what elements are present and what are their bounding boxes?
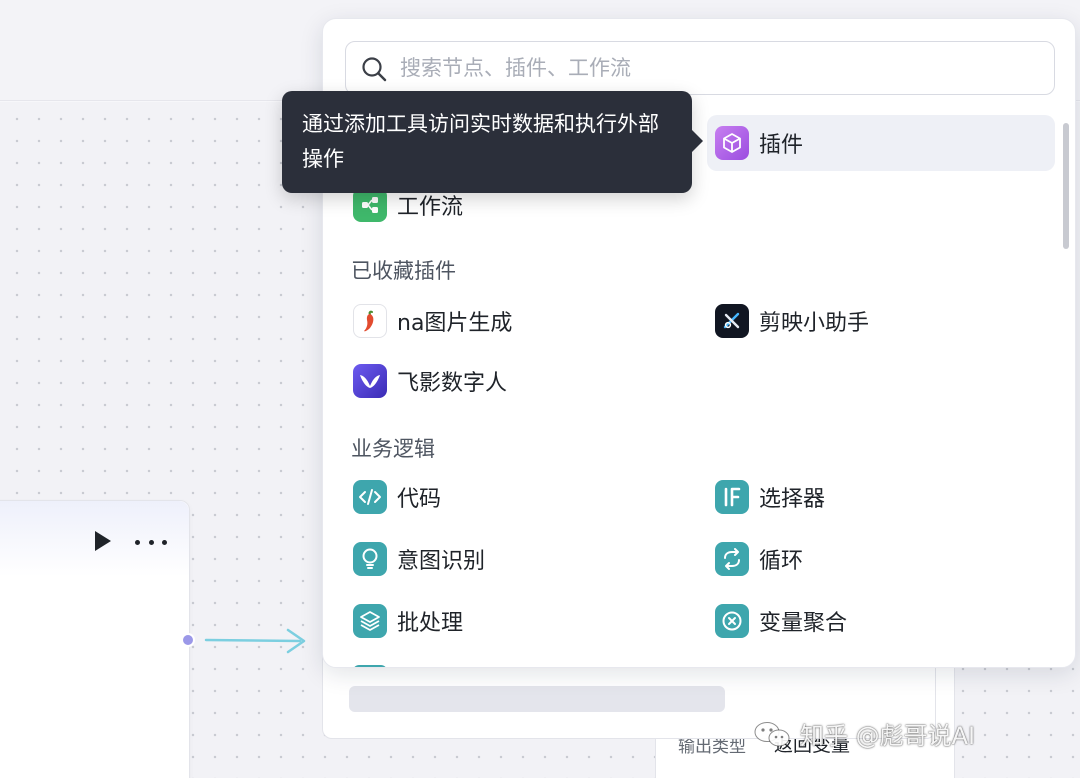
output-port[interactable] — [181, 633, 195, 647]
logic-item-label: 批处理 — [397, 611, 464, 636]
section-title-business-logic: 业务逻辑 — [351, 437, 435, 461]
workflow-node-card[interactable] — [0, 500, 190, 778]
logic-item-label: 选择器 — [759, 487, 826, 512]
watermark-text: 知乎 @彪哥说AI — [800, 722, 976, 750]
code-icon — [353, 480, 387, 514]
chili-pepper-icon — [353, 304, 387, 338]
logic-item-code[interactable]: 代码 — [345, 469, 685, 525]
favorite-item-jianying[interactable]: 剪映小助手 — [707, 293, 1055, 349]
if-selector-icon — [715, 480, 749, 514]
bulb-icon — [353, 542, 387, 576]
feiying-icon — [353, 364, 387, 398]
search-box[interactable] — [345, 41, 1055, 95]
logic-item-label: 循环 — [759, 549, 804, 574]
logic-item-variable-aggregate[interactable]: 变量聚合 — [707, 593, 1055, 649]
jianying-icon — [715, 304, 749, 338]
workflow-label: 工作流 — [397, 195, 464, 220]
logic-item-loop[interactable]: 循环 — [707, 531, 1055, 587]
plugin-label: 插件 — [759, 133, 804, 158]
tooltip-arrow — [692, 130, 703, 152]
partially-visible-item-icon — [353, 665, 387, 667]
logic-item-label: 变量聚合 — [759, 611, 848, 636]
tooltip-text: 通过添加工具访问实时数据和执行外部操作 — [302, 112, 659, 171]
wechat-icon — [754, 721, 790, 746]
logic-item-selector[interactable]: 选择器 — [707, 469, 1055, 525]
favorite-item-label: na图片生成 — [397, 311, 513, 336]
loading-placeholder-bar — [349, 686, 725, 712]
workflow-icon — [353, 188, 387, 222]
favorite-item-feiying[interactable]: 飞影数字人 — [345, 353, 685, 409]
variable-aggregate-icon — [715, 604, 749, 638]
search-input[interactable] — [400, 50, 1040, 86]
more-options-icon[interactable] — [135, 539, 167, 545]
cube-icon — [715, 126, 749, 160]
loop-icon — [715, 542, 749, 576]
search-icon — [362, 57, 387, 82]
favorite-item-label: 飞影数字人 — [397, 371, 508, 396]
logic-item-label: 意图识别 — [397, 549, 486, 574]
favorite-item-label: 剪映小助手 — [759, 311, 870, 336]
plugin-tooltip: 通过添加工具访问实时数据和执行外部操作 — [282, 91, 692, 193]
watermark: 知乎 @彪哥说AI — [752, 716, 975, 751]
menu-item-plugin[interactable]: 插件 — [707, 115, 1055, 171]
logic-item-label: 代码 — [397, 487, 442, 512]
popup-scrollbar[interactable] — [1063, 123, 1069, 249]
favorite-item-na-image[interactable]: na图片生成 — [345, 293, 685, 349]
section-title-favorites: 已收藏插件 — [351, 259, 456, 283]
logic-item-intent[interactable]: 意图识别 — [345, 531, 685, 587]
logic-item-batch[interactable]: 批处理 — [345, 593, 685, 649]
connector-arrow — [204, 628, 306, 654]
layers-icon — [353, 604, 387, 638]
play-icon[interactable] — [95, 531, 111, 551]
